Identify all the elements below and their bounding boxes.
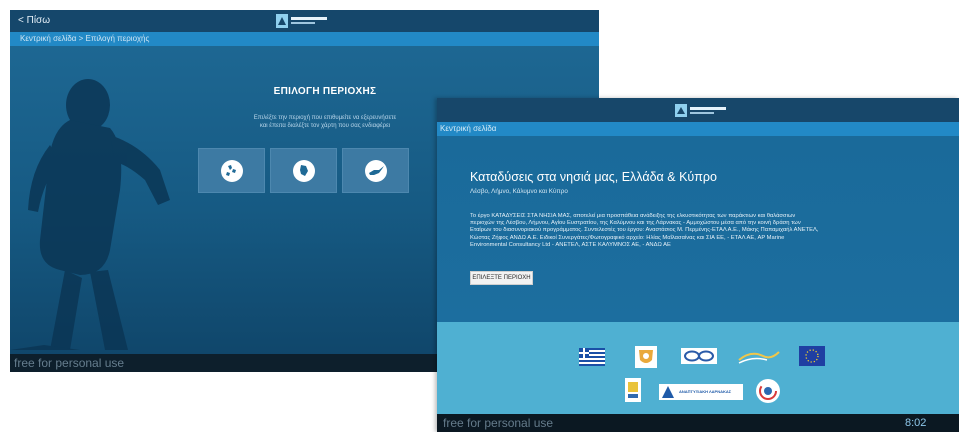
breadcrumb-text[interactable]: Κεντρική σελίδα > Επιλογή περιοχής	[20, 34, 149, 43]
kalymnos-map-icon	[300, 165, 308, 176]
description-line-1: Επιλέξτε την περιοχή που επιθυμείτε να ε…	[253, 115, 397, 121]
app-logo-icon	[675, 104, 726, 117]
description-line-2: και έπειτα διαλέξτε τον χάρτη που σας εν…	[259, 123, 391, 129]
greece-islands-map-icon	[226, 165, 236, 176]
breadcrumb-home[interactable]: Κεντρική σελίδα	[440, 124, 496, 133]
page-title: ΕΠΙΛΟΓΗ ΠΕΡΙΟΧΗΣ	[273, 86, 377, 97]
partner-logos-footer: ΑΝΑΠΤΥΞΙΑΚΗ ΛΑΡΝΑΚΑΣ	[437, 322, 959, 414]
logo-caption: ΑΝΑΠΤΥΞΙΑΚΗ ΛΑΡΝΑΚΑΣ	[679, 389, 732, 394]
intro-heading: Καταδύσεις στα νησιά μας, Ελλάδα & Κύπρο	[470, 170, 717, 184]
cyprus-map-icon	[369, 166, 384, 175]
partner-logo-icon	[681, 348, 717, 364]
breadcrumb: Κεντρική σελίδα > Επιλογή περιοχής	[10, 32, 599, 46]
dive-logo-icon	[625, 378, 641, 402]
eu-flag-icon	[799, 346, 825, 366]
app-logo-icon	[276, 14, 327, 28]
region-button-cyprus[interactable]	[342, 148, 409, 193]
intro-paragraph: Το έργο ΚΑΤΑΔΥΣΕΙΣ ΣΤΑ ΝΗΣΙΑ ΜΑΣ, αποτελ…	[470, 213, 819, 248]
status-clock: 8:02	[905, 417, 927, 429]
programme-logo-icon	[738, 351, 780, 364]
choose-region-button[interactable]: ΕΠΙΛΕΞΤΕ ΠΕΡΙΟΧΗ	[470, 271, 533, 285]
intro-section: Καταδύσεις στα νησιά μας, Ελλάδα & Κύπρο…	[437, 136, 959, 322]
breadcrumb: Κεντρική σελίδα	[437, 122, 959, 136]
cyprus-emblem-icon	[635, 346, 657, 368]
back-button[interactable]: < Πίσω	[18, 15, 50, 26]
watermark-text: free for personal use	[14, 356, 125, 370]
region-button-kalymnos[interactable]	[270, 148, 337, 193]
greek-flag-icon	[579, 348, 605, 366]
region-button-greek-islands[interactable]	[198, 148, 265, 193]
circle-logo-icon	[756, 379, 780, 403]
larnaca-development-logo-icon: ΑΝΑΠΤΥΞΙΑΚΗ ΛΑΡΝΑΚΑΣ	[659, 384, 743, 400]
page-description: Επιλέξτε την περιοχή που επιθυμείτε να ε…	[210, 114, 440, 130]
home-screen: Κεντρική σελίδα Καταδύσεις στα νησιά μας…	[437, 98, 959, 432]
top-bar: < Πίσω	[10, 10, 599, 32]
watermark-text: free for personal use	[443, 416, 554, 430]
system-nav-bar: free for personal use 8:02	[437, 414, 959, 432]
intro-subheading: Λέσβο, Λήμνο, Κάλυμνο και Κύπρο	[470, 188, 568, 195]
top-bar	[437, 98, 959, 122]
diver-silhouette	[10, 79, 170, 350]
